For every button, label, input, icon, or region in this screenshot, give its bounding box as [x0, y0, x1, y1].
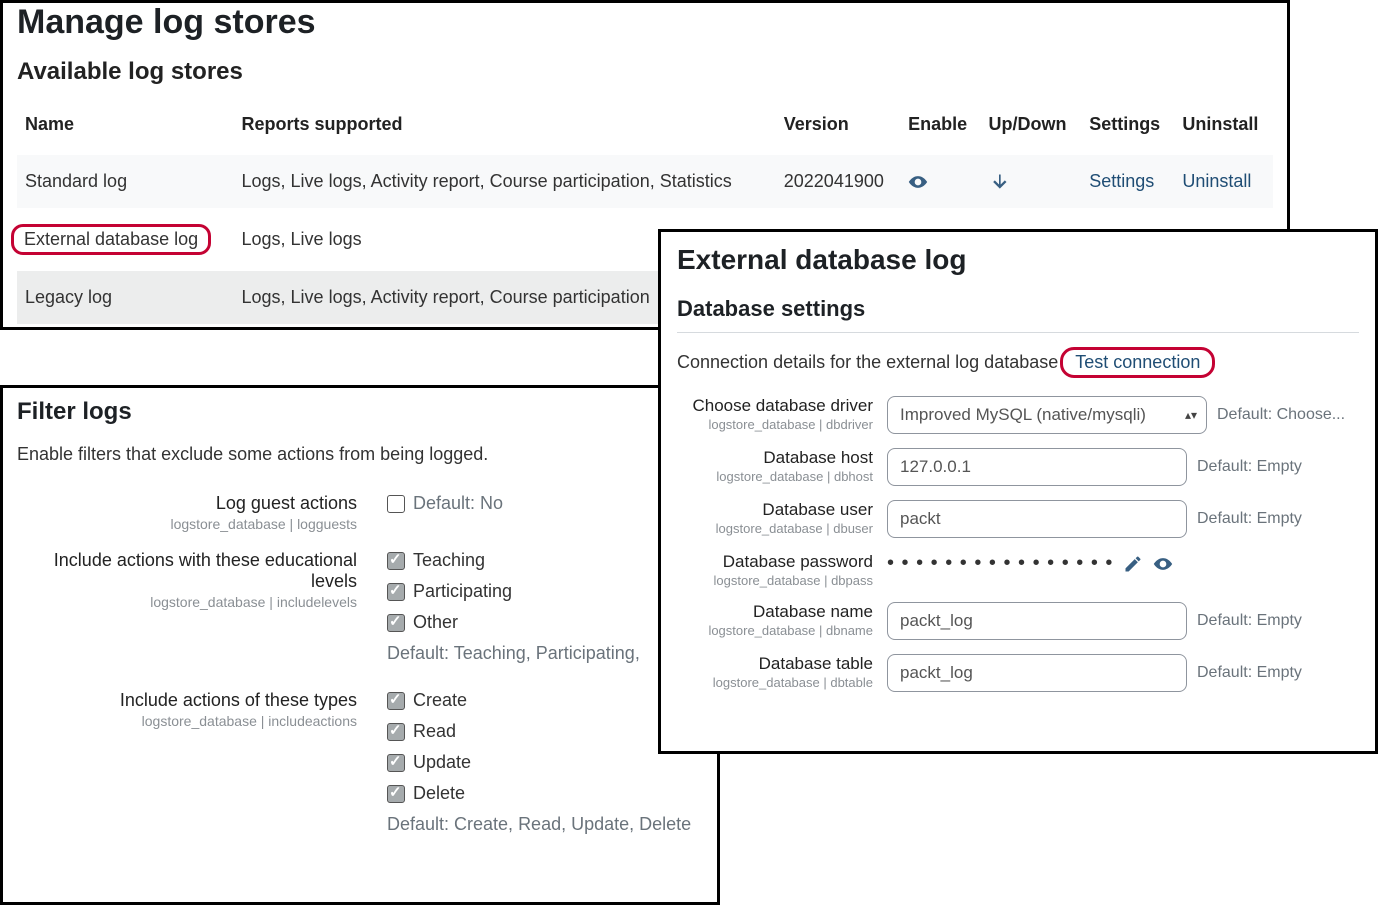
log-version-standard: 2022041900	[776, 155, 900, 208]
log-name-standard: Standard log	[17, 155, 234, 208]
filter-logs-lead: Enable filters that exclude some actions…	[17, 444, 703, 465]
checkbox-teaching[interactable]	[387, 552, 405, 570]
col-reports: Reports supported	[234, 104, 776, 155]
host-sub: logstore_database | dbhost	[677, 469, 873, 484]
driver-select[interactable]: Improved MySQL (native/mysqli)	[887, 396, 1207, 434]
host-default: Default: Empty	[1197, 458, 1302, 476]
log-guest-default: Default: No	[413, 493, 503, 514]
table-row: Standard log Logs, Live logs, Activity r…	[17, 155, 1273, 208]
table-sub: logstore_database | dbtable	[677, 675, 873, 690]
user-sub: logstore_database | dbuser	[677, 521, 873, 536]
include-types-default: Default: Create, Read, Update, Delete	[387, 814, 691, 835]
log-name-external[interactable]: External database log	[24, 229, 198, 249]
include-levels-label: Include actions with these educational l…	[17, 550, 357, 592]
eye-icon	[908, 172, 928, 192]
checkbox-participating[interactable]	[387, 583, 405, 601]
log-name-external-highlight: External database log	[11, 224, 211, 255]
table-label: Database table	[677, 654, 873, 674]
name-label: Database name	[677, 602, 873, 622]
opt-update: Update	[413, 752, 471, 773]
table-input[interactable]	[887, 654, 1187, 692]
checkbox-create[interactable]	[387, 692, 405, 710]
opt-delete: Delete	[413, 783, 465, 804]
driver-sub: logstore_database | dbdriver	[677, 417, 873, 432]
arrow-down-icon	[989, 172, 1009, 192]
settings-link-standard[interactable]: Settings	[1089, 171, 1154, 191]
include-types-sub: logstore_database | includeactions	[17, 713, 357, 729]
include-levels-default: Default: Teaching, Participating,	[387, 643, 640, 664]
opt-create: Create	[413, 690, 467, 711]
external-database-log-panel: External database log Database settings …	[658, 229, 1378, 754]
col-settings: Settings	[1081, 104, 1174, 155]
checkbox-update[interactable]	[387, 754, 405, 772]
move-down-standard[interactable]	[981, 155, 1082, 208]
test-connection-link[interactable]: Test connection	[1060, 347, 1215, 378]
name-sub: logstore_database | dbname	[677, 623, 873, 638]
user-input[interactable]	[887, 500, 1187, 538]
col-enable: Enable	[900, 104, 980, 155]
checkbox-read[interactable]	[387, 723, 405, 741]
eye-icon	[1153, 554, 1173, 574]
driver-label: Choose database driver	[677, 396, 873, 416]
host-label: Database host	[677, 448, 873, 468]
divider	[677, 332, 1359, 333]
pencil-icon	[1123, 554, 1143, 574]
enable-toggle-standard[interactable]	[900, 155, 980, 208]
pass-mask: • • • • • • • • • • • • • • • •	[887, 552, 1113, 575]
name-input[interactable]	[887, 602, 1187, 640]
col-updown: Up/Down	[981, 104, 1082, 155]
log-guest-sub: logstore_database | logguests	[17, 516, 357, 532]
page-title: Manage log stores	[17, 3, 1273, 42]
ext-section: Database settings	[677, 296, 1359, 322]
ext-conn-text: Connection details for the external log …	[677, 352, 1058, 373]
filter-logs-heading: Filter logs	[17, 398, 703, 426]
table-default: Default: Empty	[1197, 664, 1302, 682]
log-guest-label: Log guest actions	[17, 493, 357, 514]
col-name: Name	[17, 104, 234, 155]
col-uninstall: Uninstall	[1174, 104, 1273, 155]
log-reports-standard: Logs, Live logs, Activity report, Course…	[234, 155, 776, 208]
edit-password-button[interactable]	[1123, 554, 1143, 574]
available-log-stores-heading: Available log stores	[17, 58, 1273, 86]
ext-title: External database log	[677, 244, 1359, 276]
pass-label: Database password	[677, 552, 873, 572]
pass-sub: logstore_database | dbpass	[677, 573, 873, 588]
uninstall-link-standard[interactable]: Uninstall	[1182, 171, 1251, 191]
user-default: Default: Empty	[1197, 510, 1302, 528]
opt-other: Other	[413, 612, 458, 633]
driver-default: Default: Choose...	[1217, 406, 1345, 424]
host-input[interactable]	[887, 448, 1187, 486]
user-label: Database user	[677, 500, 873, 520]
checkbox-other[interactable]	[387, 614, 405, 632]
include-levels-sub: logstore_database | includelevels	[17, 594, 357, 610]
opt-teaching: Teaching	[413, 550, 485, 571]
filter-logs-panel: Filter logs Enable filters that exclude …	[0, 385, 720, 905]
opt-read: Read	[413, 721, 456, 742]
col-version: Version	[776, 104, 900, 155]
name-default: Default: Empty	[1197, 612, 1302, 630]
log-name-legacy: Legacy log	[17, 271, 234, 324]
reveal-password-button[interactable]	[1153, 554, 1173, 574]
opt-participating: Participating	[413, 581, 512, 602]
include-types-label: Include actions of these types	[17, 690, 357, 711]
log-guest-checkbox[interactable]	[387, 495, 405, 513]
checkbox-delete[interactable]	[387, 785, 405, 803]
